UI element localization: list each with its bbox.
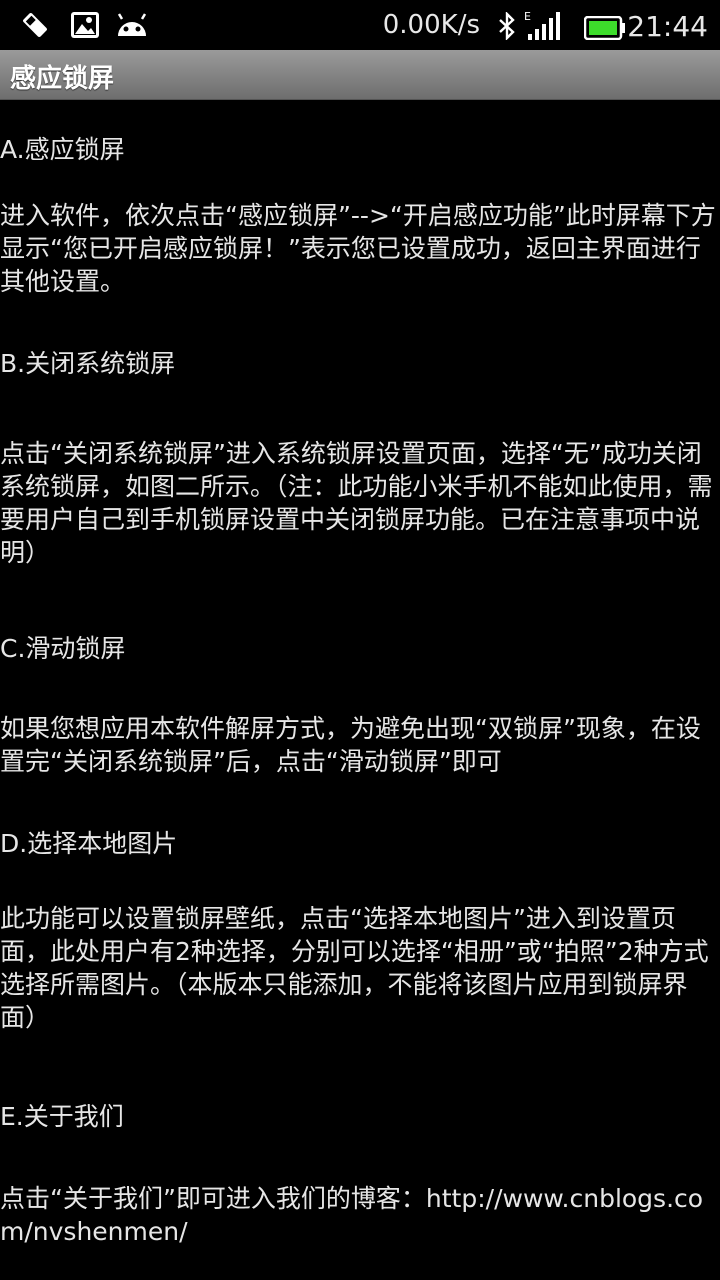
section-heading-b: B.关闭系统锁屏	[0, 349, 176, 378]
section-body-e: 点击“关于我们”即可进入我们的博客：http://www.cnblogs.com…	[0, 1184, 704, 1246]
page-title: 感应锁屏	[10, 64, 115, 94]
status-bar: 0.00K/s E 21:44	[0, 0, 720, 50]
section-body-d: 此功能可以设置锁屏壁纸，点击“选择本地图片”进入到设置页面，此处用户有2种选择，…	[0, 904, 709, 1032]
signal-icon: E	[524, 10, 560, 46]
usb-debug-icon	[20, 10, 50, 44]
image-icon	[70, 10, 100, 44]
battery-icon	[583, 15, 626, 44]
network-speed: 0.00K/s	[382, 10, 480, 40]
section-body-c: 如果您想应用本软件解屏方式，为避免出现“双锁屏”现象，在设置完“关闭系统锁屏”后…	[0, 714, 701, 776]
section-heading-c: C.滑动锁屏	[0, 634, 126, 663]
title-bar: 感应锁屏	[0, 50, 720, 100]
android-icon	[114, 10, 150, 44]
clock: 21:44	[627, 10, 708, 43]
system-icons: 0.00K/s E 21:44	[368, 8, 708, 44]
section-body-a: 进入软件，依次点击“感应锁屏”-->“开启感应功能”此时屏幕下方显示“您已开启感…	[0, 201, 716, 296]
network-type-label: E	[524, 10, 531, 23]
section-heading-a: A.感应锁屏	[0, 135, 125, 164]
section-heading-d: D.选择本地图片	[0, 829, 178, 858]
section-body-b: 点击“关闭系统锁屏”进入系统锁屏设置页面，选择“无”成功关闭系统锁屏，如图二所示…	[0, 439, 713, 567]
bluetooth-icon	[496, 11, 518, 44]
section-heading-e: E.关于我们	[0, 1102, 124, 1131]
